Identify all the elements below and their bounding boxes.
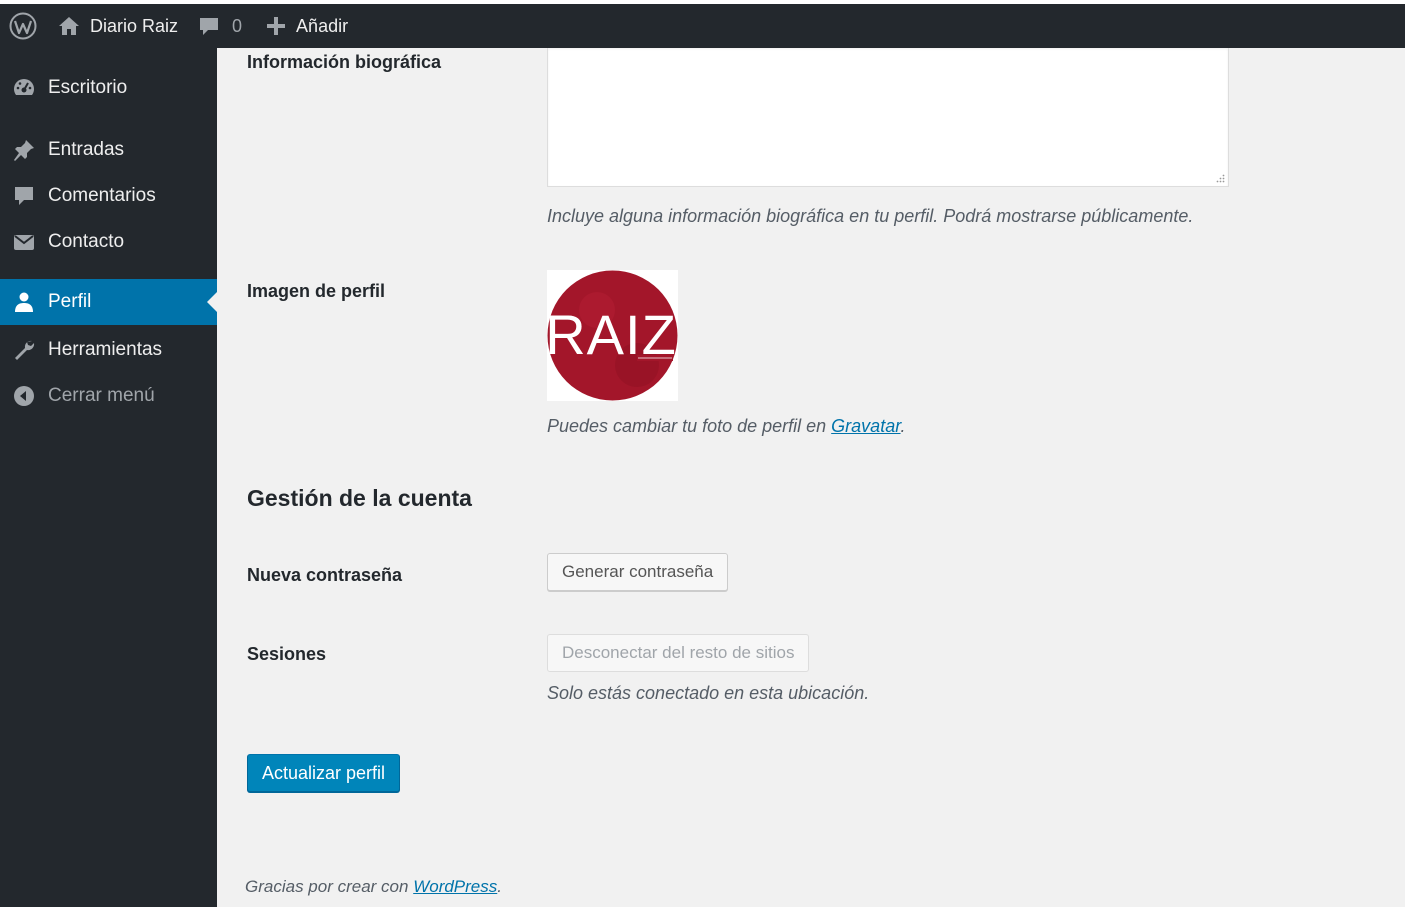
sidebar-item-label: Herramientas (48, 339, 163, 360)
sessions-description: Solo estás conectado en esta ubicación. (547, 683, 870, 703)
sidebar-item-label: Entradas (48, 139, 125, 160)
sidebar-item-perfil[interactable]: Perfil (0, 279, 217, 325)
home-icon (59, 17, 79, 35)
admin-sidebar: Escritorio Entradas Comentarios Contacto (0, 48, 217, 907)
add-new-link[interactable]: Añadir (252, 4, 358, 48)
sidebar-item-label: Perfil (48, 291, 92, 312)
site-name: Diario Raiz (90, 15, 179, 36)
avatar-label: Imagen de perfil (247, 281, 386, 301)
resize-grip-icon[interactable] (1215, 173, 1225, 183)
wrench-icon (0, 338, 48, 362)
footer-credit: Gracias por crear con WordPress. (245, 877, 502, 897)
wordpress-link[interactable]: WordPress (413, 877, 497, 896)
bio-textarea[interactable] (547, 48, 1229, 187)
comment-bubble-icon (200, 18, 219, 35)
raiz-logo: RAIZ (545, 270, 678, 401)
add-new-label: Añadir (296, 15, 349, 36)
dashboard-icon (0, 76, 48, 100)
profile-avatar: RAIZ (545, 270, 678, 401)
sidebar-item-escritorio[interactable]: Escritorio (0, 65, 217, 111)
pin-icon (0, 138, 48, 162)
account-section-title: Gestión de la cuenta (247, 485, 472, 511)
comments-count: 0 (232, 15, 243, 36)
mail-icon (0, 230, 48, 254)
sidebar-item-contacto[interactable]: Contacto (0, 219, 217, 265)
wordpress-logo-button[interactable] (0, 4, 46, 48)
site-name-link[interactable]: Diario Raiz (46, 4, 188, 48)
sidebar-item-label: Cerrar menú (48, 385, 155, 406)
sidebar-item-comentarios[interactable]: Comentarios (0, 173, 217, 219)
update-profile-button[interactable]: Actualizar perfil (247, 754, 401, 792)
avatar-description-suffix: . (900, 416, 906, 436)
comments-link[interactable]: 0 (188, 4, 252, 48)
sessions-label: Sesiones (247, 644, 327, 664)
bio-description: Incluye alguna información biográfica en… (547, 206, 1194, 226)
sidebar-item-herramientas[interactable]: Herramientas (0, 327, 217, 373)
avatar-description-text: Puedes cambiar tu foto de perfil en (547, 416, 832, 436)
collapse-icon (0, 384, 48, 408)
footer-suffix: . (497, 877, 502, 896)
logout-everywhere-button[interactable]: Desconectar del resto de sitios (547, 634, 810, 672)
user-icon (0, 290, 48, 314)
sidebar-item-label: Comentarios (48, 185, 156, 206)
wordpress-logo-icon (9, 12, 37, 40)
avatar-description: Puedes cambiar tu foto de perfil en Grav… (547, 416, 906, 437)
sidebar-item-label: Contacto (48, 231, 125, 252)
bio-label: Información biográfica (247, 52, 442, 72)
profile-form: Información biográfica Incluye alguna in… (217, 48, 1405, 907)
generate-password-button[interactable]: Generar contraseña (547, 553, 729, 591)
comment-icon (0, 184, 48, 208)
collapse-menu-button[interactable]: Cerrar menú (0, 373, 217, 419)
new-password-label: Nueva contraseña (247, 565, 403, 585)
sidebar-item-entradas[interactable]: Entradas (0, 127, 217, 173)
footer-text: Gracias por crear con (245, 877, 414, 896)
plus-icon (267, 17, 286, 35)
gravatar-link[interactable]: Gravatar (831, 416, 900, 436)
sidebar-item-label: Escritorio (48, 77, 128, 98)
admin-bar: Diario Raiz 0 Añadir (0, 4, 1405, 48)
